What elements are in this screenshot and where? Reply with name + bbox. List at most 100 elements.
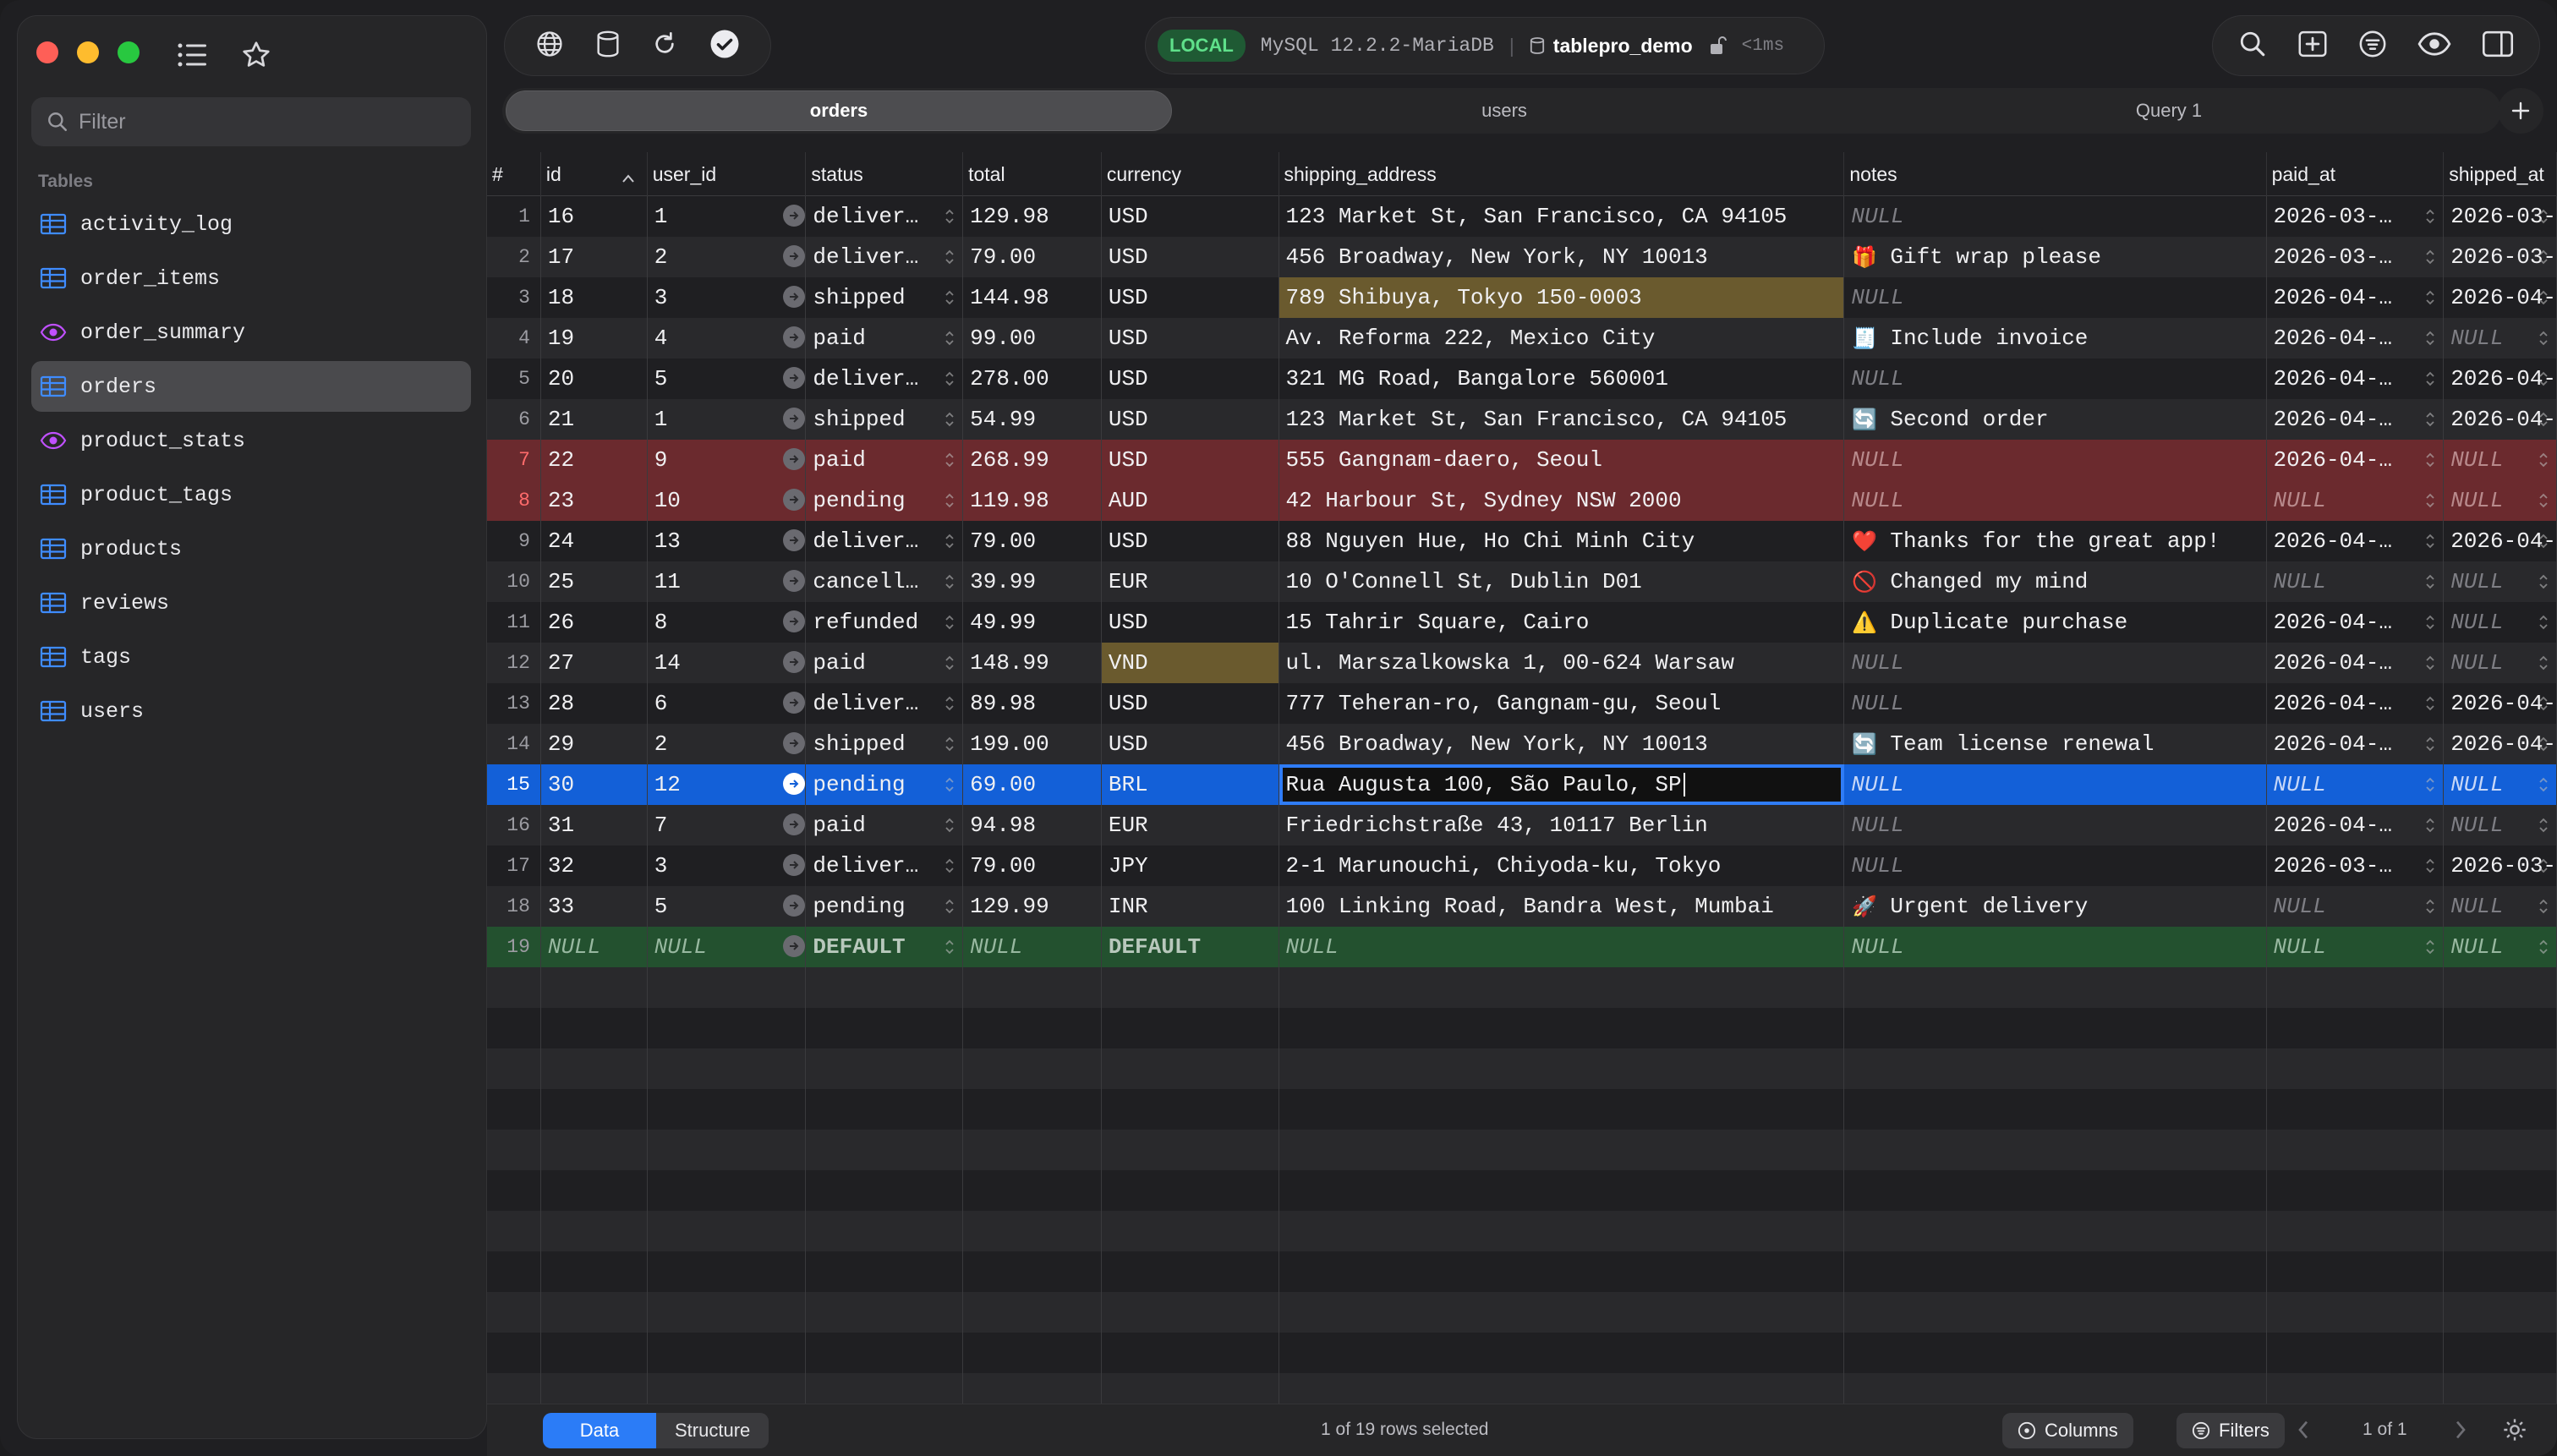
columns-button[interactable]: Columns (2002, 1413, 2133, 1448)
cell-paid-at[interactable]: 2026-04-… (2267, 724, 2445, 764)
cell-shipping-address[interactable]: Rua Augusta 100, São Paulo, SP (1278, 764, 1845, 805)
cell-shipped-at[interactable]: 2026-04-… (2444, 521, 2557, 561)
cell-user-id[interactable]: NULL (648, 927, 807, 967)
cell-shipping-address[interactable]: 88 Nguyen Hue, Ho Chi Minh City (1279, 521, 1845, 561)
cell-shipped-at[interactable]: 2026-04-… (2444, 399, 2557, 440)
dropdown-chevron-icon[interactable] (944, 287, 955, 308)
cell-user-id[interactable]: 3 (648, 846, 807, 886)
cell-currency[interactable]: USD (1102, 724, 1279, 764)
cell-status[interactable]: cancell… (806, 561, 964, 602)
cell-shipping-address[interactable]: Friedrichstraße 43, 10117 Berlin (1279, 805, 1845, 846)
dropdown-chevron-icon[interactable] (944, 490, 955, 511)
dropdown-chevron-icon[interactable] (2424, 490, 2436, 511)
cell-user-id[interactable]: 2 (648, 237, 807, 277)
cell-id[interactable]: 30 (541, 764, 648, 805)
cell-total[interactable]: 99.00 (963, 318, 1102, 359)
database-icon[interactable] (595, 30, 621, 63)
cell-shipping-address[interactable]: 555 Gangnam-daero, Seoul (1279, 440, 1845, 480)
table-row[interactable]: 13 28 6 deliver… 89.98 USD 777 Teheran-ro, Gan… (487, 683, 2557, 724)
column-header-currency[interactable]: currency (1102, 152, 1279, 196)
cell-notes[interactable]: 🔄 Team license renewal (1844, 724, 2267, 764)
connection-info[interactable]: LOCAL MySQL 12.2.2-MariaDB | tablepro_de… (1145, 17, 1825, 74)
sidebar-item-product-stats[interactable]: product_stats (31, 415, 471, 466)
column-header-total[interactable]: total (963, 152, 1102, 196)
cell-currency[interactable]: INR (1102, 886, 1279, 927)
cell-notes[interactable]: 🚫 Changed my mind (1844, 561, 2267, 602)
next-page-icon[interactable] (2454, 1418, 2467, 1446)
table-row[interactable]: 8 23 10 pending 119.98 AUD 42 Harbour St, Sydn… (487, 480, 2557, 521)
cell-status[interactable]: deliver… (806, 683, 964, 724)
foreign-key-arrow-icon[interactable] (782, 529, 805, 551)
cell-shipping-address[interactable]: 777 Teheran-ro, Gangnam-gu, Seoul (1279, 683, 1845, 724)
dropdown-chevron-icon[interactable] (2538, 328, 2549, 348)
cell-paid-at[interactable]: NULL (2267, 886, 2445, 927)
data-view-button[interactable]: Data (543, 1413, 656, 1448)
search-icon[interactable] (2238, 30, 2267, 63)
column-header-paid-at[interactable]: paid_at (2267, 152, 2445, 196)
cell-shipped-at[interactable]: 2026-03-… (2444, 237, 2557, 277)
cell-id[interactable]: 23 (541, 480, 648, 521)
dropdown-chevron-icon[interactable] (2424, 328, 2436, 348)
table-row[interactable]: 7 22 9 paid 268.99 USD 555 Gangnam-daero, Seou… (487, 440, 2557, 480)
dropdown-chevron-icon[interactable] (2538, 896, 2549, 917)
checkmark-icon[interactable] (709, 29, 740, 63)
dropdown-chevron-icon[interactable] (944, 612, 955, 632)
dropdown-chevron-icon[interactable] (2424, 409, 2436, 430)
cell-user-id[interactable]: 10 (648, 480, 807, 521)
cell-user-id[interactable]: 4 (648, 318, 807, 359)
sidebar-item-product-tags[interactable]: product_tags (31, 469, 471, 520)
cell-notes[interactable]: ⚠️ Duplicate purchase (1844, 602, 2267, 643)
column-header-shipping-address[interactable]: shipping_address (1279, 152, 1845, 196)
column-header-notes[interactable]: notes (1844, 152, 2267, 196)
refresh-icon[interactable] (651, 30, 678, 62)
cell-shipped-at[interactable]: NULL (2444, 602, 2557, 643)
cell-id[interactable]: 22 (541, 440, 648, 480)
cell-notes[interactable]: 🔄 Second order (1844, 399, 2267, 440)
cell-user-id[interactable]: 3 (648, 277, 807, 318)
cell-paid-at[interactable]: NULL (2267, 927, 2445, 967)
cell-currency[interactable]: USD (1102, 440, 1279, 480)
cell-shipping-address[interactable]: 100 Linking Road, Bandra West, Mumbai (1279, 886, 1845, 927)
table-row[interactable]: 17 32 3 deliver… 79.00 JPY 2-1 Marunouchi, Chi… (487, 846, 2557, 886)
dropdown-chevron-icon[interactable] (2538, 369, 2549, 389)
cell-shipped-at[interactable]: 2026-03-… (2444, 196, 2557, 237)
table-row[interactable]: 19 NULL NULL DEFAULT NULL DEFAULT NULL NULL NULL… (487, 927, 2557, 967)
cell-currency[interactable]: USD (1102, 318, 1279, 359)
column-header-status[interactable]: status (806, 152, 964, 196)
cell-total[interactable]: 39.99 (963, 561, 1102, 602)
cell-user-id[interactable]: 5 (648, 359, 807, 399)
cell-total[interactable]: NULL (963, 927, 1102, 967)
cell-currency[interactable]: EUR (1102, 805, 1279, 846)
cell-shipped-at[interactable]: NULL (2444, 480, 2557, 521)
cell-shipping-address[interactable]: 15 Tahrir Square, Cairo (1279, 602, 1845, 643)
cell-currency[interactable]: USD (1102, 196, 1279, 237)
cell-notes[interactable]: NULL (1844, 927, 2267, 967)
cell-total[interactable]: 94.98 (963, 805, 1102, 846)
cell-paid-at[interactable]: 2026-03-… (2267, 846, 2445, 886)
cell-total[interactable]: 49.99 (963, 602, 1102, 643)
cell-shipping-address[interactable]: NULL (1279, 927, 1845, 967)
column-header-id[interactable]: id (541, 152, 648, 196)
add-row-icon[interactable] (2297, 30, 2328, 63)
globe-icon[interactable] (535, 30, 564, 63)
cell-currency[interactable]: BRL (1102, 764, 1279, 805)
dropdown-chevron-icon[interactable] (2538, 734, 2549, 754)
cell-id[interactable]: 33 (541, 886, 648, 927)
cell-user-id[interactable]: 12 (648, 764, 807, 805)
dropdown-chevron-icon[interactable] (2538, 206, 2549, 227)
dropdown-chevron-icon[interactable] (2424, 693, 2436, 714)
cell-total[interactable]: 129.99 (963, 886, 1102, 927)
cell-shipping-address[interactable]: 321 MG Road, Bangalore 560001 (1279, 359, 1845, 399)
cell-shipping-address[interactable]: Av. Reforma 222, Mexico City (1279, 318, 1845, 359)
column-header-row-number[interactable]: # (487, 152, 541, 196)
cell-notes[interactable]: NULL (1844, 196, 2267, 237)
cell-paid-at[interactable]: 2026-03-… (2267, 196, 2445, 237)
cell-currency[interactable]: VND (1101, 643, 1279, 683)
table-row[interactable]: 6 21 1 shipped 54.99 USD 123 Market St, San Fr… (487, 399, 2557, 440)
cell-shipped-at[interactable]: NULL (2444, 318, 2557, 359)
cell-total[interactable]: 278.00 (963, 359, 1102, 399)
dropdown-chevron-icon[interactable] (2424, 287, 2436, 308)
cell-id[interactable]: NULL (541, 927, 648, 967)
cell-paid-at[interactable]: 2026-04-… (2267, 643, 2445, 683)
cell-shipped-at[interactable]: 2026-04-… (2444, 683, 2557, 724)
